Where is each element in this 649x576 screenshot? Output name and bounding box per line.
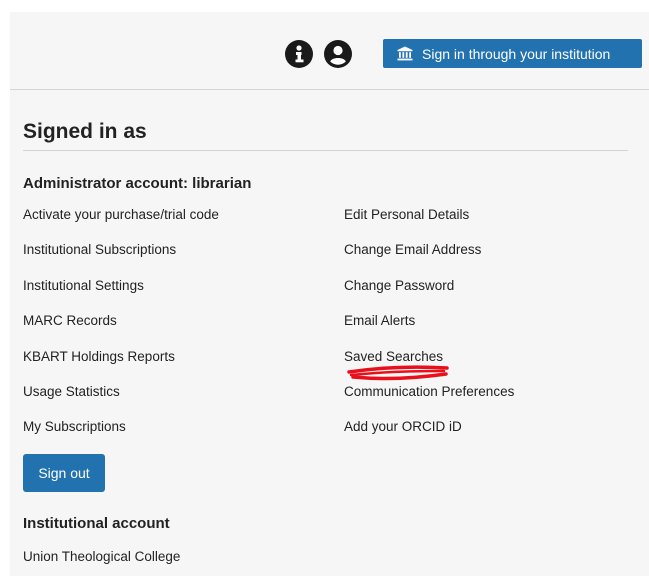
institutional-account-heading: Institutional account — [23, 515, 170, 532]
account-panel: Signed in as Administrator account: libr… — [10, 90, 649, 576]
institution-name: Union Theological College — [23, 549, 181, 564]
my-subscriptions-link[interactable]: My Subscriptions — [23, 419, 219, 454]
institutional-subscriptions-link[interactable]: Institutional Subscriptions — [23, 242, 219, 277]
user-account-icon[interactable] — [324, 40, 352, 68]
communication-preferences-link[interactable]: Communication Preferences — [344, 384, 514, 419]
kbart-holdings-link[interactable]: KBART Holdings Reports — [23, 349, 219, 384]
activate-code-link[interactable]: Activate your purchase/trial code — [23, 207, 219, 242]
admin-links-right: Edit Personal Details Change Email Addre… — [344, 207, 514, 455]
email-alerts-link[interactable]: Email Alerts — [344, 313, 514, 348]
institutional-settings-link[interactable]: Institutional Settings — [23, 278, 219, 313]
add-orcid-link[interactable]: Add your ORCID iD — [344, 419, 514, 454]
usage-statistics-link[interactable]: Usage Statistics — [23, 384, 219, 419]
signed-in-title: Signed in as — [23, 120, 147, 143]
title-divider — [23, 150, 628, 151]
change-password-link[interactable]: Change Password — [344, 278, 514, 313]
institution-icon — [397, 46, 413, 61]
top-bar: Sign in through your institution — [10, 12, 649, 90]
sign-in-institution-label: Sign in through your institution — [422, 45, 611, 62]
admin-account-heading: Administrator account: librarian — [23, 175, 252, 192]
sign-out-button[interactable]: Sign out — [23, 454, 105, 492]
info-icon[interactable] — [285, 40, 313, 68]
admin-links-left: Activate your purchase/trial code Instit… — [23, 207, 219, 455]
change-email-link[interactable]: Change Email Address — [344, 242, 514, 277]
marc-records-link[interactable]: MARC Records — [23, 313, 219, 348]
sign-in-institution-button[interactable]: Sign in through your institution — [383, 39, 642, 68]
edit-personal-details-link[interactable]: Edit Personal Details — [344, 207, 514, 242]
saved-searches-link[interactable]: Saved Searches — [344, 349, 514, 384]
